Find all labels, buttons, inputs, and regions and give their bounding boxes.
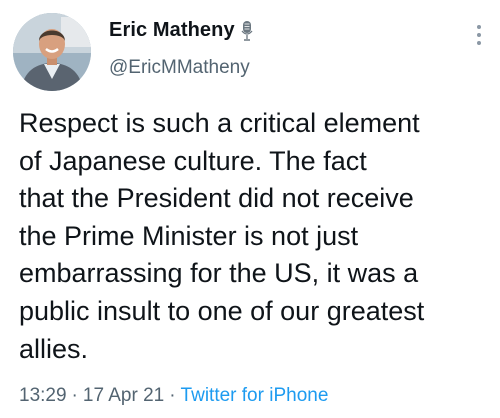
author-name-row: Eric Matheny	[109, 19, 253, 42]
microphone-icon	[241, 20, 253, 42]
tweet-text-line: that the President did not receive	[19, 183, 414, 214]
tweet-card: Eric Matheny @EricMMatheny Respect is su…	[0, 0, 500, 418]
avatar[interactable]	[13, 13, 91, 91]
tweet-text-line: of Japanese culture. The fact	[19, 145, 367, 176]
tweet-text: Respect is such a critical element of Ja…	[19, 105, 491, 368]
tweet-time[interactable]: 13:29	[19, 385, 67, 406]
author-handle[interactable]: @EricMMatheny	[109, 57, 250, 79]
tweet-text-line: the Prime Minister is not just	[19, 220, 359, 251]
more-options-button[interactable]	[472, 22, 486, 48]
tweet-source-link[interactable]: Twitter for iPhone	[181, 385, 329, 406]
display-name[interactable]: Eric Matheny	[109, 19, 235, 42]
tweet-meta: 13:29 · 17 Apr 21 · Twitter for iPhone	[19, 385, 328, 407]
meta-separator: ·	[71, 385, 78, 406]
tweet-text-line: allies.	[19, 333, 89, 364]
more-vertical-icon	[477, 25, 481, 45]
tweet-text-line: Respect is such a critical element	[19, 108, 420, 138]
meta-separator: ·	[169, 385, 176, 406]
tweet-text-line: public insult to one of our greatest	[19, 295, 425, 326]
tweet-date[interactable]: 17 Apr 21	[83, 385, 164, 406]
tweet-text-line: embarrassing for the US, it was a	[19, 258, 419, 289]
user-avatar-image	[13, 13, 91, 91]
